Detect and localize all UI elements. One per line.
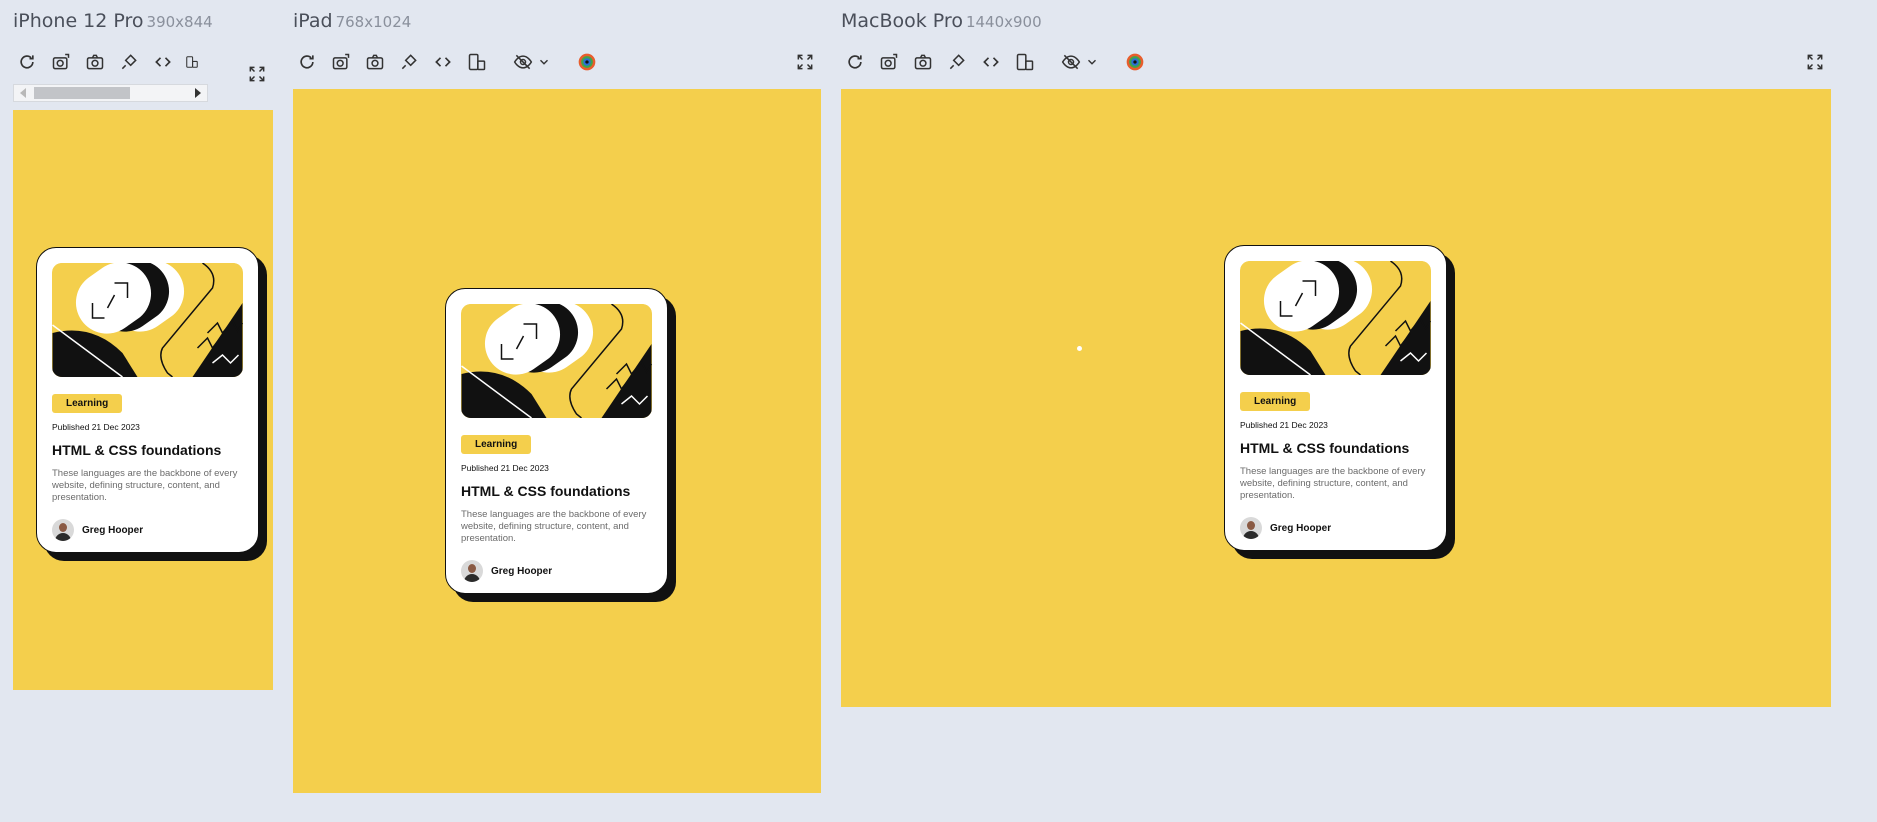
card-author: Greg Hooper <box>1240 517 1431 539</box>
device-toolbar <box>293 50 821 76</box>
chevron-down-icon[interactable] <box>1085 50 1099 74</box>
device-toolbar <box>841 50 1831 76</box>
device-name: MacBook Pro <box>841 10 963 32</box>
device-title: iPhone 12 Pro 390x844 <box>13 10 213 32</box>
scroll-left-arrow[interactable] <box>20 88 26 98</box>
device-viewport: Learning Published 21 Dec 2023 HTML & CS… <box>13 110 273 690</box>
card-description: These languages are the backbone of ever… <box>461 509 647 544</box>
device-viewport: Learning Published 21 Dec 2023 HTML & CS… <box>293 89 821 793</box>
avatar <box>52 519 74 541</box>
horizontal-scrollbar[interactable] <box>13 84 208 102</box>
blog-card: Learning Published 21 Dec 2023 HTML & CS… <box>36 247 259 553</box>
card-title[interactable]: HTML & CSS foundations <box>461 483 652 499</box>
blog-card: Learning Published 21 Dec 2023 HTML & CS… <box>445 288 668 594</box>
card-description: These languages are the backbone of ever… <box>1240 466 1426 501</box>
category-tag[interactable]: Learning <box>461 435 532 454</box>
avatar <box>1240 517 1262 539</box>
avatar <box>461 560 483 582</box>
device-size: 1440x900 <box>965 13 1042 31</box>
device-size: 390x844 <box>146 13 213 31</box>
scroll-right-arrow[interactable] <box>195 88 201 98</box>
chevron-down-icon[interactable] <box>537 50 551 74</box>
screenshot-icon[interactable] <box>911 50 935 74</box>
card-title[interactable]: HTML & CSS foundations <box>52 442 243 458</box>
card-title[interactable]: HTML & CSS foundations <box>1240 440 1431 456</box>
device-title: MacBook Pro 1440x900 <box>841 10 1042 32</box>
author-name: Greg Hooper <box>491 565 553 577</box>
category-tag[interactable]: Learning <box>52 394 123 413</box>
cursor-dot <box>1077 346 1082 351</box>
network-throttle-icon[interactable] <box>117 50 141 74</box>
reload-icon[interactable] <box>843 50 867 74</box>
rotate-device-icon[interactable] <box>1013 50 1037 74</box>
card-illustration <box>52 263 243 377</box>
fullscreen-icon[interactable] <box>245 62 269 86</box>
card-author: Greg Hooper <box>461 560 652 582</box>
card-description: These languages are the backbone of ever… <box>52 468 238 503</box>
device-viewport: Learning Published 21 Dec 2023 HTML & CS… <box>841 89 1831 707</box>
category-tag[interactable]: Learning <box>1240 392 1311 411</box>
code-icon[interactable] <box>151 50 175 74</box>
publish-date: Published 21 Dec 2023 <box>52 422 140 432</box>
fullscreen-icon[interactable] <box>1803 50 1827 74</box>
screenshot-full-icon[interactable] <box>49 50 73 74</box>
screenshot-full-icon[interactable] <box>329 50 353 74</box>
rotate-device-icon[interactable] <box>465 50 489 74</box>
device-title: iPad 768x1024 <box>293 10 411 32</box>
network-throttle-icon[interactable] <box>397 50 421 74</box>
scrollbar-thumb[interactable] <box>34 87 130 99</box>
network-throttle-icon[interactable] <box>945 50 969 74</box>
fullscreen-icon[interactable] <box>793 50 817 74</box>
card-illustration <box>461 304 652 418</box>
card-author: Greg Hooper <box>52 519 243 541</box>
author-name: Greg Hooper <box>1270 522 1332 534</box>
device-name: iPhone 12 Pro <box>13 10 144 32</box>
publish-date: Published 21 Dec 2023 <box>461 463 549 473</box>
code-icon[interactable] <box>979 50 1003 74</box>
rotate-device-icon[interactable] <box>185 50 199 74</box>
reload-icon[interactable] <box>295 50 319 74</box>
colorblind-icon[interactable] <box>1123 50 1147 74</box>
screenshot-icon[interactable] <box>83 50 107 74</box>
blog-card: Learning Published 21 Dec 2023 HTML & CS… <box>1224 245 1447 551</box>
hide-icon[interactable] <box>511 50 535 74</box>
screenshot-icon[interactable] <box>363 50 387 74</box>
device-size: 768x1024 <box>335 13 412 31</box>
colorblind-icon[interactable] <box>575 50 599 74</box>
author-name: Greg Hooper <box>82 524 144 536</box>
hide-icon[interactable] <box>1059 50 1083 74</box>
code-icon[interactable] <box>431 50 455 74</box>
card-illustration <box>1240 261 1431 375</box>
device-name: iPad <box>293 10 333 32</box>
reload-icon[interactable] <box>15 50 39 74</box>
screenshot-full-icon[interactable] <box>877 50 901 74</box>
publish-date: Published 21 Dec 2023 <box>1240 420 1328 430</box>
